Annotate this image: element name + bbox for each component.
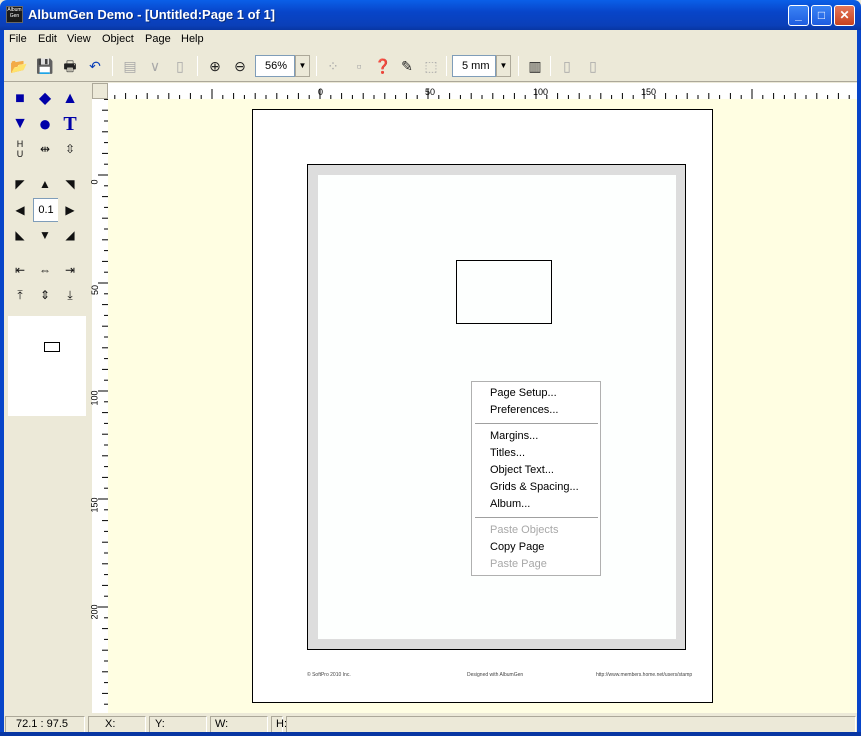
- open-icon[interactable]: 📂: [8, 55, 30, 77]
- ruler-left-label-150: 150: [89, 497, 100, 513]
- vertical-spacing-icon[interactable]: ⇳: [58, 137, 82, 161]
- stamp-frame[interactable]: [456, 260, 552, 324]
- triangle-down-icon[interactable]: ▼: [8, 112, 32, 136]
- menu-view[interactable]: View: [67, 33, 91, 45]
- preview-shape: [44, 342, 60, 352]
- align-right-icon[interactable]: ⇥: [58, 258, 82, 282]
- align-center-h-icon[interactable]: ⇔: [33, 258, 57, 282]
- arrow-down-left-icon[interactable]: ◣: [8, 223, 32, 247]
- print-icon[interactable]: 🖶: [59, 55, 81, 77]
- copy-format-icon[interactable]: ▤: [119, 55, 141, 77]
- menu-page[interactable]: Page: [145, 33, 171, 45]
- arrange-icon[interactable]: ⁘: [322, 55, 344, 77]
- prev-page-icon[interactable]: ▯: [556, 55, 578, 77]
- arrow-down-icon[interactable]: ▼: [33, 223, 57, 247]
- ruler-left-label-100: 100: [89, 390, 100, 406]
- ruler-top-label-50: 50: [425, 87, 436, 97]
- menu-item-margins[interactable]: Margins...: [490, 430, 538, 442]
- menu-item-object-text[interactable]: Object Text...: [490, 464, 554, 476]
- ruler-corner: [92, 83, 108, 99]
- menu-help[interactable]: Help: [181, 33, 204, 45]
- app-icon[interactable]: Album Gen: [6, 6, 23, 23]
- window-title: AlbumGen Demo - [Untitled:Page 1 of 1]: [28, 7, 276, 22]
- arrow-left-icon[interactable]: ◀: [8, 198, 32, 222]
- ruler-left-label-200: 200: [89, 604, 100, 620]
- triangle-up-icon[interactable]: ▲: [58, 87, 82, 111]
- menu-bar: File Edit View Object Page Help: [0, 30, 861, 50]
- grid-icon[interactable]: ⬚: [420, 55, 442, 77]
- menu-item-titles[interactable]: Titles...: [490, 447, 525, 459]
- footer-url: http://www.members.home.net/users/stamp: [596, 672, 693, 678]
- help-icon[interactable]: ❓: [372, 55, 394, 77]
- window-border-bottom: [0, 732, 861, 736]
- footer-designed: Designed with AlbumGen: [467, 672, 524, 678]
- align-bottom-icon[interactable]: ⤓: [58, 283, 82, 307]
- menu-edit[interactable]: Edit: [38, 33, 57, 45]
- arrow-up-icon[interactable]: ▲: [33, 172, 57, 196]
- menu-file[interactable]: File: [9, 33, 27, 45]
- close-button[interactable]: ✕: [834, 5, 855, 26]
- toolbar: 📂 💾 🖶 ↶ ▤ ∨ ▯ ⊕ ⊖ 56% ▼ ⁘ ▫ ❓ ✎ ⬚ 5 mm ▼…: [0, 50, 861, 82]
- status-y: Y:: [149, 716, 207, 733]
- paste-format-icon[interactable]: ∨: [144, 55, 166, 77]
- menu-item-paste-objects[interactable]: Paste Objects: [490, 524, 558, 536]
- window-border-left: [0, 30, 4, 736]
- save-icon[interactable]: 💾: [34, 55, 56, 77]
- menu-item-preferences[interactable]: Preferences...: [490, 404, 558, 416]
- ruler-top-label-0: 0: [318, 87, 324, 97]
- menu-item-paste-page[interactable]: Paste Page: [490, 558, 547, 570]
- page-blank-icon[interactable]: ▫: [348, 55, 370, 77]
- arrow-down-right-icon[interactable]: ◢: [58, 223, 82, 247]
- menu-item-grids-spacing[interactable]: Grids & Spacing...: [490, 481, 579, 493]
- diamond-icon[interactable]: ◆: [33, 87, 57, 111]
- step-value-field[interactable]: 0.1: [33, 198, 59, 222]
- arrow-right-icon[interactable]: ▶: [58, 198, 82, 222]
- undo-icon[interactable]: ↶: [84, 55, 106, 77]
- arrow-up-left-icon[interactable]: ◤: [8, 172, 32, 196]
- rectangle-icon[interactable]: ■: [8, 87, 32, 111]
- next-page-icon[interactable]: ▯: [582, 55, 604, 77]
- grid-size-dropdown-button[interactable]: ▼: [496, 55, 511, 77]
- context-menu: Page Setup... Preferences... Margins... …: [471, 381, 601, 576]
- menu-item-copy-page[interactable]: Copy Page: [490, 541, 544, 553]
- circle-icon[interactable]: ●: [33, 112, 57, 136]
- text-tool-icon[interactable]: T: [58, 112, 82, 136]
- menu-item-page-setup[interactable]: Page Setup...: [490, 387, 557, 399]
- status-message: [286, 716, 856, 733]
- align-left-icon[interactable]: ⇤: [8, 258, 32, 282]
- window-border-right: [857, 30, 861, 736]
- maximize-button[interactable]: □: [811, 5, 832, 26]
- ruler-vertical: 0 50 100 150 200: [89, 99, 108, 713]
- status-w: W:: [210, 716, 268, 733]
- zoom-in-icon[interactable]: ⊕: [204, 55, 226, 77]
- status-x: X:: [88, 716, 146, 733]
- ruler-left-label-0: 0: [89, 179, 100, 185]
- align-top-icon[interactable]: ⤒: [8, 283, 32, 307]
- horizontal-text-icon[interactable]: HU: [8, 137, 32, 161]
- ruler-left-label-50: 50: [90, 284, 101, 296]
- menu-object[interactable]: Object: [102, 33, 134, 45]
- ruler-top-label-100: 100: [533, 87, 549, 97]
- horizontal-spacing-icon[interactable]: ⇹: [33, 137, 57, 161]
- frame-icon[interactable]: ▯: [169, 55, 191, 77]
- status-h: H:: [271, 716, 287, 733]
- minimize-button[interactable]: _: [788, 5, 809, 26]
- ruler-horizontal: 0 50 100 150: [92, 83, 859, 99]
- align-center-v-icon[interactable]: ⇕: [33, 283, 57, 307]
- arrow-up-right-icon[interactable]: ◥: [58, 172, 82, 196]
- footer-copyright: © SoftPro 2010 Inc.: [307, 672, 351, 678]
- zoom-select[interactable]: 56%: [255, 55, 295, 77]
- grid-size-select[interactable]: 5 mm: [452, 55, 496, 77]
- status-coords: 72.1 : 97.5: [5, 716, 85, 733]
- menu-item-album[interactable]: Album...: [490, 498, 530, 510]
- ruler-top-label-150: 150: [641, 87, 657, 97]
- stamp-icon[interactable]: ✎: [396, 55, 418, 77]
- object-preview: [8, 316, 86, 416]
- zoom-out-icon[interactable]: ⊖: [229, 55, 251, 77]
- album-icon[interactable]: ▥: [524, 55, 546, 77]
- zoom-dropdown-button[interactable]: ▼: [295, 55, 310, 77]
